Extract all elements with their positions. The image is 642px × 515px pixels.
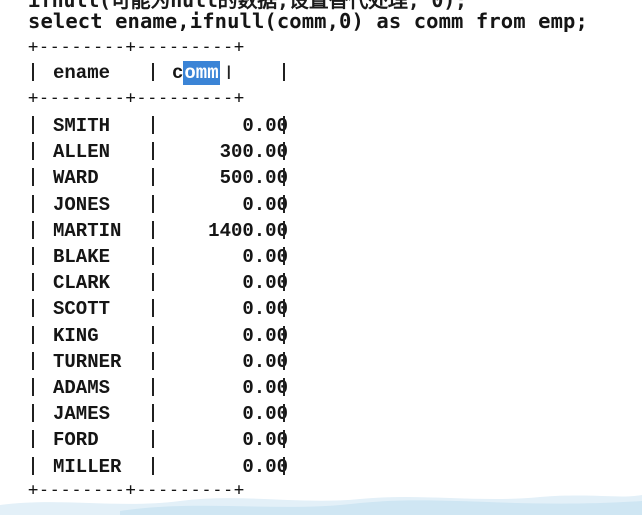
table-pipe: [32, 325, 34, 344]
table-pipe: [283, 220, 285, 239]
table-pipe: [32, 273, 34, 292]
column-header-ename: ename: [53, 62, 111, 84]
table-pipe: [152, 194, 154, 213]
table-pipe: [283, 351, 285, 370]
table-pipe: [283, 404, 285, 423]
cell-ename: ADAMS: [53, 377, 111, 399]
cell-ename: CLARK: [53, 272, 111, 295]
table-pipe: [283, 116, 285, 134]
table-pipe: [152, 168, 154, 187]
table-pipe: [152, 247, 154, 265]
table-border-header: +--------+---------+: [28, 88, 245, 108]
table-pipe: [152, 116, 154, 134]
cell-comm: 0.00: [242, 350, 288, 373]
column-header-comm[interactable]: comm: [172, 60, 220, 86]
table-row: CLARK 0.00: [28, 270, 308, 296]
background-wave: [0, 495, 642, 515]
table-row: KING 0.00: [28, 323, 308, 349]
table-row: JONES 0.00: [28, 192, 308, 218]
table-pipe: [32, 247, 34, 265]
table-pipe: [32, 220, 34, 239]
table-pipe: [32, 63, 34, 81]
text-cursor-icon: Ⅰ: [226, 62, 232, 84]
table-pipe: [283, 430, 285, 449]
table-row: MARTIN 1400.00: [28, 218, 308, 244]
table-pipe: [32, 299, 34, 318]
table-pipe: [32, 378, 34, 396]
table-row: SCOTT 0.00: [28, 296, 308, 322]
cell-ename: SMITH: [53, 115, 111, 137]
table-pipe: [283, 299, 285, 318]
table-pipe: [152, 430, 154, 449]
table-pipe: [283, 168, 285, 187]
table-pipe: [152, 404, 154, 423]
table-pipe: [283, 63, 285, 81]
cell-comm: 0.00: [242, 403, 288, 426]
cell-comm: 0.00: [242, 115, 288, 137]
table-pipe: [152, 456, 154, 475]
cell-ename: SCOTT: [53, 298, 111, 321]
table-header-row: ename comm Ⅰ: [28, 60, 308, 86]
table-pipe: [32, 116, 34, 134]
cell-comm: 1400.00: [208, 219, 288, 242]
table-pipe: [152, 142, 154, 161]
cell-ename: WARD: [53, 167, 99, 190]
table-pipe: [32, 456, 34, 475]
table-pipe: [152, 220, 154, 239]
cell-ename: TURNER: [53, 350, 122, 373]
table-pipe: [152, 378, 154, 396]
table-pipe: [32, 351, 34, 370]
table-pipe: [32, 194, 34, 213]
cell-ename: KING: [53, 324, 99, 347]
cell-ename: ALLEN: [53, 141, 111, 164]
table-row: BLAKE 0.00: [28, 244, 308, 270]
text-selection-highlight[interactable]: omm: [183, 61, 220, 85]
table-pipe: [283, 247, 285, 265]
cell-comm: 0.00: [242, 377, 288, 399]
table-row: TURNER 0.00: [28, 349, 308, 375]
cell-comm: 300.00: [219, 141, 288, 164]
table-pipe: [152, 63, 154, 81]
table-pipe: [283, 142, 285, 161]
cell-comm: 0.00: [242, 298, 288, 321]
table-border-top: +--------+---------+: [28, 37, 245, 57]
cell-ename: JAMES: [53, 403, 111, 426]
cell-comm: 0.00: [242, 193, 288, 216]
table-pipe: [283, 456, 285, 475]
table-pipe: [152, 273, 154, 292]
table-pipe: [283, 378, 285, 396]
cell-ename: BLAKE: [53, 246, 111, 268]
cell-comm: 0.00: [242, 429, 288, 452]
table-row: SMITH 0.00: [28, 113, 308, 139]
table-row: JAMES 0.00: [28, 401, 308, 427]
cell-comm: 500.00: [219, 167, 288, 190]
cell-comm: 0.00: [242, 324, 288, 347]
table-pipe: [32, 404, 34, 423]
table-pipe: [32, 168, 34, 187]
cell-ename: FORD: [53, 429, 99, 452]
table-row: ADAMS 0.00: [28, 375, 308, 401]
cell-ename: JONES: [53, 193, 111, 216]
table-pipe: [32, 142, 34, 161]
table-pipe: [152, 325, 154, 344]
table-pipe: [152, 351, 154, 370]
table-pipe: [283, 325, 285, 344]
table-pipe: [32, 430, 34, 449]
table-row: WARD 500.00: [28, 165, 308, 191]
cell-comm: 0.00: [242, 246, 288, 268]
table-row: ALLEN 300.00: [28, 139, 308, 165]
table-pipe: [283, 194, 285, 213]
sql-statement[interactable]: select ename,ifnull(comm,0) as comm from…: [28, 9, 588, 33]
table-pipe: [152, 299, 154, 318]
cell-comm: 0.00: [242, 272, 288, 295]
cell-ename: MARTIN: [53, 219, 122, 242]
table-row: FORD 0.00: [28, 427, 308, 453]
table-pipe: [283, 273, 285, 292]
